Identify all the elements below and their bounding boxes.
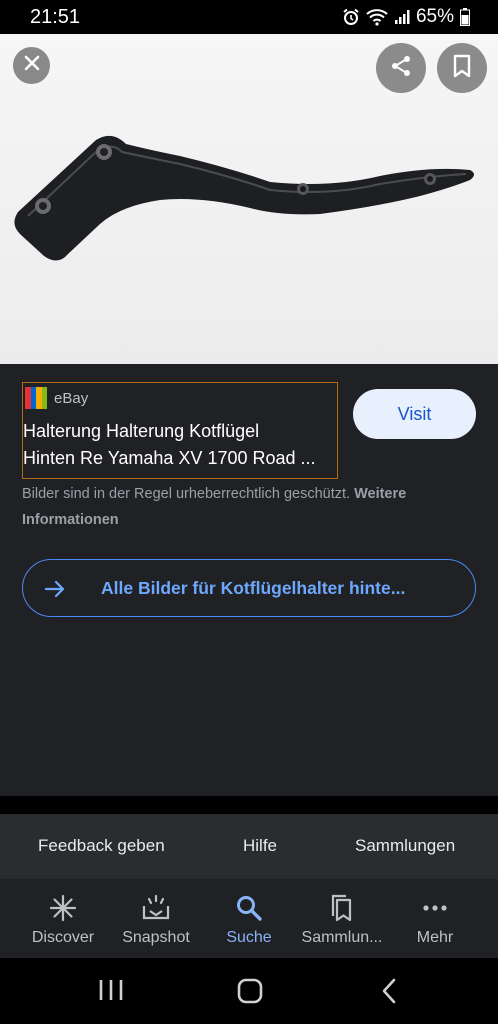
- home-button[interactable]: [236, 978, 264, 1009]
- visit-button[interactable]: Visit: [353, 389, 476, 439]
- result-title-line-2: Hinten Re Yamaha XV 1700 Road ...: [23, 448, 316, 468]
- product-image: [14, 135, 474, 261]
- all-images-button[interactable]: Alle Bilder für Kotflügelhalter hinte...: [22, 559, 476, 617]
- collections-link[interactable]: Sammlungen: [355, 836, 455, 856]
- divider: [0, 796, 498, 814]
- nav-discover[interactable]: Discover: [13, 879, 113, 958]
- recent-apps-button[interactable]: [98, 978, 124, 1007]
- status-icons: 65%: [342, 6, 470, 28]
- snapshot-icon: [141, 893, 171, 923]
- ebay-logo-icon: [25, 387, 47, 409]
- nav-label-search: Suche: [226, 929, 272, 946]
- collections-icon: [329, 893, 355, 923]
- footer-links: Feedback geben Hilfe Sammlungen: [0, 814, 498, 879]
- more-icon: [422, 893, 448, 923]
- nav-label-discover: Discover: [31, 929, 95, 946]
- copyright-notice: Bilder sind in der Regel urheberrechtlic…: [22, 481, 472, 533]
- nav-label-snapshot: Snapshot: [122, 929, 190, 946]
- nav-label-more: Mehr: [416, 929, 454, 946]
- result-source-link[interactable]: eBay Halterung Halterung Kotflügel Hinte…: [22, 382, 338, 479]
- source-name: eBay: [54, 389, 89, 407]
- image-preview[interactable]: [0, 34, 498, 364]
- alarm-icon: [342, 8, 360, 26]
- wifi-icon: [366, 8, 388, 26]
- status-bar: 21:51 65%: [0, 0, 498, 34]
- source-row: eBay: [25, 387, 88, 409]
- arrow-right-icon: [43, 577, 67, 606]
- nav-label-collections: Sammlun...: [301, 929, 383, 946]
- status-time: 21:51: [30, 6, 81, 28]
- battery-level: 65%: [415, 6, 454, 27]
- bookmark-icon: [452, 54, 472, 83]
- signal-icon: [394, 9, 410, 25]
- bookmark-button[interactable]: [437, 43, 487, 93]
- search-icon: [235, 893, 263, 923]
- share-icon: [389, 54, 413, 83]
- close-icon: [24, 55, 40, 76]
- help-link[interactable]: Hilfe: [243, 836, 277, 856]
- nav-collections[interactable]: Sammlun...: [292, 879, 392, 958]
- nav-more[interactable]: Mehr: [385, 879, 485, 958]
- bottom-navigation: Discover Snapshot Suche Sammlun... Mehr: [0, 879, 498, 958]
- share-button[interactable]: [376, 43, 426, 93]
- close-button[interactable]: [13, 47, 50, 84]
- nav-search[interactable]: Suche: [199, 879, 299, 958]
- feedback-link[interactable]: Feedback geben: [38, 836, 165, 856]
- result-title-line-1: Halterung Halterung Kotflügel: [23, 421, 260, 441]
- all-images-label: Alle Bilder für Kotflügelhalter hinte...: [101, 578, 406, 598]
- back-button[interactable]: [380, 978, 398, 1009]
- copyright-text: Bilder sind in der Regel urheberrechtlic…: [22, 486, 351, 502]
- nav-snapshot[interactable]: Snapshot: [106, 879, 206, 958]
- asterisk-icon: [49, 893, 77, 923]
- system-navigation-bar: [0, 958, 498, 1024]
- result-info-panel: eBay Halterung Halterung Kotflügel Hinte…: [0, 364, 498, 796]
- battery-icon: [460, 8, 470, 26]
